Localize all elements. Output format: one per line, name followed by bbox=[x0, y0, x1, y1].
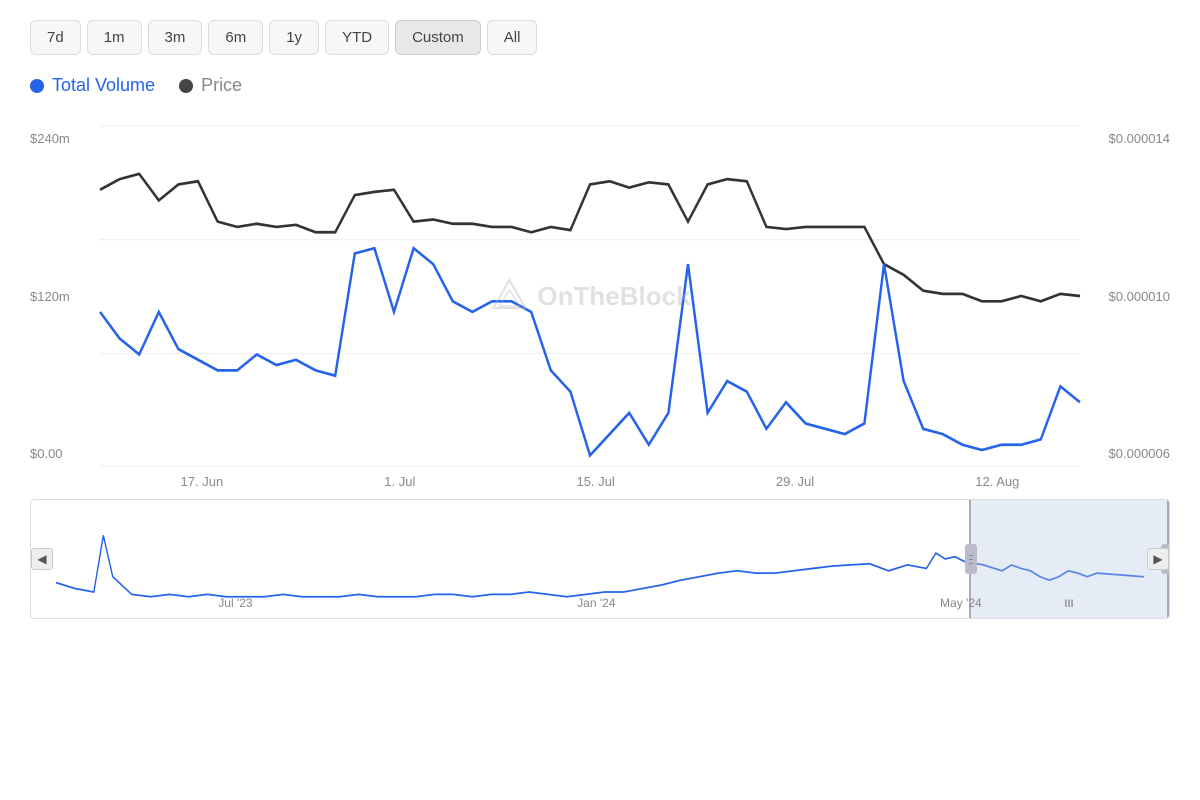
chart-svg bbox=[100, 126, 1080, 466]
chart-svg-area: OnTheBlock bbox=[100, 126, 1080, 466]
nav-scroll-right-button[interactable]: ▶ bbox=[1147, 548, 1169, 570]
btn-ytd[interactable]: YTD bbox=[325, 20, 389, 55]
btn-3m[interactable]: 3m bbox=[148, 20, 203, 55]
legend-total-volume: Total Volume bbox=[30, 75, 155, 96]
volume-line bbox=[100, 248, 1080, 455]
total-volume-label: Total Volume bbox=[52, 75, 155, 96]
btn-7d[interactable]: 7d bbox=[30, 20, 81, 55]
btn-custom[interactable]: Custom bbox=[395, 20, 481, 55]
chart-wrapper: $240m $120m $0.00 $0.000014 $0.000010 $0… bbox=[30, 126, 1170, 619]
nav-x-label-2: May '24 bbox=[940, 596, 982, 610]
nav-handle-left[interactable] bbox=[965, 544, 977, 574]
handle-line bbox=[969, 563, 973, 564]
price-dot bbox=[179, 79, 193, 93]
x-label-3: 29. Jul bbox=[776, 474, 814, 489]
x-label-4: 12. Aug bbox=[975, 474, 1019, 489]
btn-1m[interactable]: 1m bbox=[87, 20, 142, 55]
handle-line bbox=[969, 559, 973, 560]
btn-6m[interactable]: 6m bbox=[208, 20, 263, 55]
handle-line bbox=[969, 555, 973, 556]
price-label: Price bbox=[201, 75, 242, 96]
btn-all[interactable]: All bbox=[487, 20, 538, 55]
y-right-mid: $0.000010 bbox=[1109, 289, 1170, 304]
main-chart: $240m $120m $0.00 $0.000014 $0.000010 $0… bbox=[30, 126, 1170, 466]
legend-price: Price bbox=[179, 75, 242, 96]
navigator: ◀ III bbox=[30, 499, 1170, 619]
y-left-top: $240m bbox=[30, 131, 100, 146]
btn-1y[interactable]: 1y bbox=[269, 20, 319, 55]
x-axis: 17. Jun 1. Jul 15. Jul 29. Jul 12. Aug bbox=[30, 466, 1170, 489]
y-right-bot: $0.000006 bbox=[1109, 446, 1170, 461]
x-label-0: 17. Jun bbox=[181, 474, 224, 489]
y-axis-right: $0.000014 $0.000010 $0.000006 bbox=[1080, 126, 1170, 466]
total-volume-dot bbox=[30, 79, 44, 93]
y-left-bot: $0.00 bbox=[30, 446, 100, 461]
time-range-selector: 7d 1m 3m 6m 1y YTD Custom All bbox=[30, 20, 1170, 55]
chart-legend: Total Volume Price bbox=[30, 75, 1170, 96]
x-label-1: 1. Jul bbox=[384, 474, 415, 489]
nav-x-labels: Jul '23 Jan '24 May '24 bbox=[56, 596, 1144, 610]
nav-x-label-0: Jul '23 bbox=[218, 596, 252, 610]
y-right-top: $0.000014 bbox=[1109, 131, 1170, 146]
nav-x-label-1: Jan '24 bbox=[577, 596, 615, 610]
x-label-2: 15. Jul bbox=[576, 474, 614, 489]
price-line bbox=[100, 174, 1080, 302]
y-axis-left: $240m $120m $0.00 bbox=[30, 126, 100, 466]
y-left-mid: $120m bbox=[30, 289, 100, 304]
nav-scroll-left-button[interactable]: ◀ bbox=[31, 548, 53, 570]
